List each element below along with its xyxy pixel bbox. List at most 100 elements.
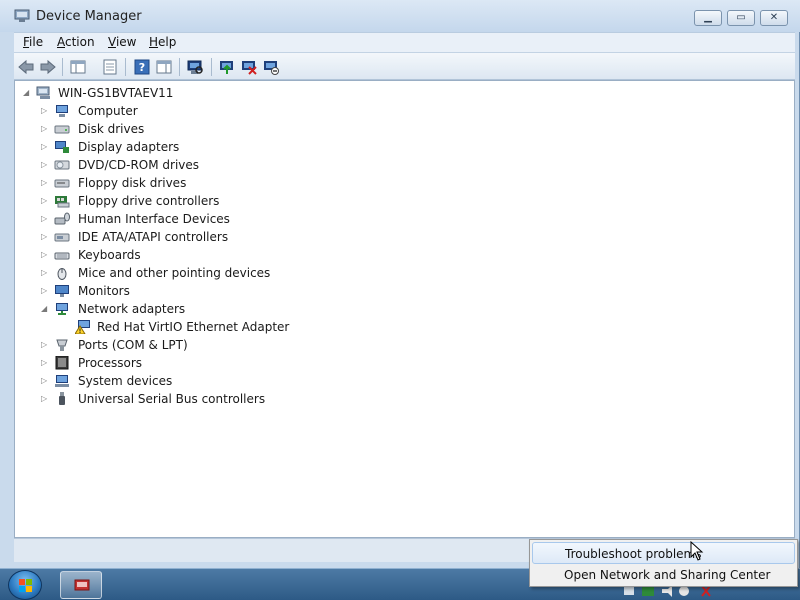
mouse-cursor-icon: [690, 541, 704, 561]
display-adapter-icon: [55, 141, 69, 153]
disk-drive-icon: [54, 125, 70, 134]
warning-network-icon: [75, 320, 90, 334]
expand-arrow-icon[interactable]: ▷: [41, 210, 51, 228]
device-manager-icon: [74, 579, 90, 591]
expand-arrow-icon[interactable]: ▷: [41, 156, 51, 174]
expand-arrow-icon[interactable]: ▷: [41, 192, 51, 210]
expand-arrow-icon[interactable]: ▷: [41, 372, 51, 390]
toolbar: ?: [14, 52, 795, 80]
menu-view[interactable]: View: [108, 35, 136, 49]
maximize-button[interactable]: ▭: [727, 10, 755, 26]
system-device-icon: [55, 375, 69, 387]
menu-help[interactable]: Help: [149, 35, 176, 49]
device-manager-window: Device Manager ▁ ▭ ✕ File Action View He…: [0, 0, 800, 568]
menu-file[interactable]: File: [23, 35, 43, 49]
disable-device-icon[interactable]: [262, 58, 280, 76]
tree-category-network-adapters[interactable]: ◢ Network adapters: [41, 300, 261, 318]
expand-arrow-icon[interactable]: ▷: [41, 120, 51, 138]
menu-item-open-network-sharing-center[interactable]: Open Network and Sharing Center: [532, 564, 795, 586]
category-label: Monitors: [78, 284, 130, 298]
window-title: Device Manager: [36, 9, 142, 24]
tree-category-disk-drives[interactable]: ▷ Disk drives: [41, 120, 261, 138]
show-hide-console-tree-icon[interactable]: [69, 58, 87, 76]
ide-controller-icon: [54, 233, 70, 242]
computer-root-icon: [36, 86, 50, 99]
menu-item-troubleshoot-problems[interactable]: Troubleshoot problems: [532, 542, 795, 564]
expand-arrow-icon[interactable]: ▷: [41, 246, 51, 264]
tree-category-system-devices[interactable]: ▷ System devices: [41, 372, 261, 390]
expand-arrow-icon[interactable]: ▷: [41, 282, 51, 300]
category-label: Universal Serial Bus controllers: [78, 392, 266, 406]
expand-arrow-icon[interactable]: ▷: [41, 228, 51, 246]
back-arrow-icon[interactable]: [17, 58, 35, 76]
expand-arrow-icon[interactable]: ▷: [41, 354, 51, 372]
uninstall-device-icon[interactable]: [240, 58, 258, 76]
tree-category-processors[interactable]: ▷ Processors: [41, 354, 261, 372]
root-label: WIN-GS1BVTAEV11: [58, 86, 174, 100]
close-icon: ✕: [769, 12, 779, 23]
windows-flag-icon: [19, 579, 32, 592]
maximize-icon: ▭: [736, 12, 746, 23]
category-label: Floppy disk drives: [78, 176, 187, 190]
mouse-icon: [57, 268, 67, 280]
toolbar-separator: [179, 58, 180, 76]
tree-category-computer[interactable]: ▷ Computer: [41, 102, 261, 120]
menu-item-label: Open Network and Sharing Center: [564, 568, 771, 582]
floppy-controller-icon: [55, 196, 70, 208]
title-bar[interactable]: Device Manager ▁ ▭ ✕: [0, 0, 800, 32]
help-icon[interactable]: ?: [133, 58, 151, 76]
category-label: Display adapters: [78, 140, 180, 154]
close-button[interactable]: ✕: [760, 10, 788, 26]
menu-item-label: Troubleshoot problems: [565, 547, 702, 561]
tree-category-floppy-disk-drives[interactable]: ▷ Floppy disk drives: [41, 174, 261, 192]
category-label: Processors: [78, 356, 143, 370]
menu-bar: File Action View Help: [14, 32, 795, 52]
tree-category-ide-controllers[interactable]: ▷ IDE ATA/ATAPI controllers: [41, 228, 261, 246]
toolbar-separator: [62, 58, 63, 76]
category-label: Floppy drive controllers: [78, 194, 220, 208]
scan-hardware-icon[interactable]: [186, 58, 204, 76]
tree-category-dvd-drives[interactable]: ▷ DVD/CD-ROM drives: [41, 156, 261, 174]
dvd-drive-icon: [54, 160, 70, 170]
tree-device-virtio-ethernet[interactable]: Red Hat VirtIO Ethernet Adapter: [60, 318, 320, 336]
expand-arrow-icon[interactable]: ▷: [41, 390, 51, 408]
category-label: Ports (COM & LPT): [78, 338, 188, 352]
tree-category-keyboards[interactable]: ▷ Keyboards: [41, 246, 261, 264]
forward-arrow-icon[interactable]: [39, 58, 57, 76]
tree-category-monitors[interactable]: ▷ Monitors: [41, 282, 261, 300]
device-label: Red Hat VirtIO Ethernet Adapter: [97, 320, 290, 334]
start-button[interactable]: [8, 570, 42, 600]
category-label: IDE ATA/ATAPI controllers: [78, 230, 229, 244]
expand-arrow-icon[interactable]: ▷: [41, 138, 51, 156]
category-label: DVD/CD-ROM drives: [78, 158, 200, 172]
usb-icon: [59, 392, 65, 405]
taskbar-device-manager-button[interactable]: [60, 571, 102, 599]
menu-action[interactable]: Action: [57, 35, 95, 49]
category-label: Computer: [78, 104, 138, 118]
device-tree-pane[interactable]: ◢ WIN-GS1BVTAEV11 ▷ Computer ▷ Disk driv…: [14, 80, 795, 538]
toolbar-separator: [211, 58, 212, 76]
tree-category-display-adapters[interactable]: ▷ Display adapters: [41, 138, 261, 156]
category-label: Disk drives: [78, 122, 145, 136]
network-adapter-icon: [56, 303, 68, 315]
minimize-button[interactable]: ▁: [694, 10, 722, 26]
expand-arrow-icon[interactable]: ▷: [41, 336, 51, 354]
tree-category-hid[interactable]: ▷ Human Interface Devices: [41, 210, 261, 228]
update-driver-icon[interactable]: [218, 58, 236, 76]
action-pane-icon[interactable]: [155, 58, 173, 76]
properties-icon[interactable]: [101, 58, 119, 76]
tree-category-floppy-controllers[interactable]: ▷ Floppy drive controllers: [41, 192, 261, 210]
expand-arrow-icon[interactable]: ▷: [41, 264, 51, 282]
tree-category-mice[interactable]: ▷ Mice and other pointing devices: [41, 264, 301, 282]
expand-arrow-icon[interactable]: ▷: [41, 174, 51, 192]
tree-category-usb[interactable]: ▷ Universal Serial Bus controllers: [41, 390, 301, 408]
device-manager-icon: [14, 9, 30, 22]
keyboard-icon: [54, 252, 70, 260]
category-label: Network adapters: [78, 302, 186, 316]
collapse-arrow-icon[interactable]: ◢: [41, 300, 51, 318]
tree-root[interactable]: ◢ WIN-GS1BVTAEV11: [23, 84, 223, 102]
expand-arrow-icon[interactable]: ▷: [41, 102, 51, 120]
tree-category-ports[interactable]: ▷ Ports (COM & LPT): [41, 336, 261, 354]
monitor-icon: [55, 285, 69, 297]
collapse-arrow-icon[interactable]: ◢: [23, 84, 33, 102]
